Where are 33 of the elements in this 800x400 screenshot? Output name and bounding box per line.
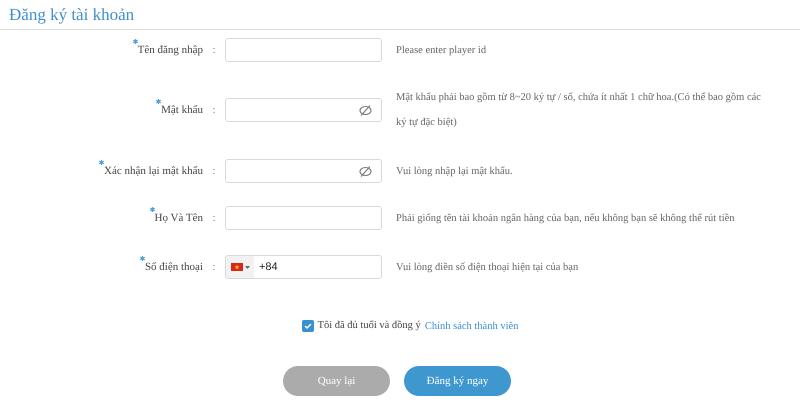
caret-icon — [244, 266, 250, 268]
colon: : — [211, 210, 217, 226]
text-field[interactable] — [225, 38, 382, 62]
colon: : — [211, 164, 217, 179]
password-field[interactable] — [225, 159, 382, 183]
field-label: Họ Và Tên — [154, 210, 203, 226]
field-label: Số điện thoại — [144, 260, 203, 275]
colon: : — [211, 42, 217, 58]
field-label: Tên đăng nhập — [138, 42, 203, 58]
register-button[interactable]: Đăng ký ngay — [404, 366, 511, 396]
agreement-text: Tôi đã đủ tuổi và đồng ý — [318, 319, 421, 333]
agree-checkbox[interactable] — [302, 320, 314, 332]
check-icon — [304, 322, 312, 329]
field-hint: Phải giống tên tài khoản ngân hàng của bạn, nếu không bạn sẽ không thể rút tiền — [396, 212, 736, 226]
eye-off-icon[interactable] — [359, 104, 372, 116]
field-label: Xác nhận lại mật khẩu — [104, 164, 203, 179]
eye-off-icon[interactable] — [359, 166, 372, 176]
text-field[interactable] — [225, 206, 382, 230]
field-hint: Mật khẩu phải bao gồm từ 8~20 ký tự / số, chứa ít nhất 1 chữ hoa.(Có thể bao gồm các ký tự đặc biệt) — [396, 91, 761, 130]
back-button[interactable]: Quay lại — [283, 366, 390, 396]
field-hint: Vui lòng nhập lại mật khẩu. — [396, 164, 514, 178]
flag-icon — [230, 263, 242, 271]
field-label: Mật khẩu — [161, 102, 203, 118]
page-title: Đăng ký tài khoản — [9, 6, 134, 23]
field-hint: Vui lòng điền số điện thoại hiện tại của bạn — [396, 260, 580, 274]
password-field[interactable] — [225, 98, 382, 122]
policy-link[interactable]: Chính sách thành viên — [424, 319, 518, 335]
field-hint: Please enter player id — [396, 44, 488, 58]
colon: : — [211, 260, 217, 275]
colon: : — [211, 102, 217, 118]
phone-field[interactable]: +84 — [225, 255, 382, 279]
phone-value: +84 — [259, 260, 278, 275]
country-selector[interactable] — [226, 256, 254, 278]
